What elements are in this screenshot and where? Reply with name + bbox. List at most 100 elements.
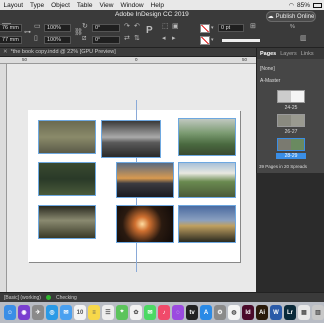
photo-frame[interactable] (178, 118, 236, 156)
paragraph-p-icon[interactable]: P (146, 26, 153, 36)
tv-icon[interactable]: tv (186, 305, 198, 320)
settings-icon[interactable]: ⚙ (214, 305, 226, 320)
wifi-icon[interactable]: ◠ (289, 2, 294, 9)
notes-icon[interactable]: ≡ (88, 305, 100, 320)
menu-layout[interactable]: Layout (0, 2, 27, 9)
menu-table[interactable]: Table (73, 2, 96, 9)
battery-icon[interactable] (313, 2, 322, 8)
music-icon[interactable]: ♪ (158, 305, 170, 320)
horizontal-ruler[interactable]: 50 0 50 (0, 57, 256, 64)
select-previous-icon[interactable]: ◂ (162, 35, 166, 43)
spread-thumbnail[interactable] (277, 90, 305, 103)
photos-icon[interactable]: ✿ (130, 305, 142, 320)
menu-object[interactable]: Object (48, 2, 74, 9)
safari-icon[interactable]: ◎ (46, 305, 58, 320)
shear-field[interactable]: 0° (92, 36, 120, 44)
photo-frame[interactable] (178, 162, 236, 198)
photo-frame[interactable] (116, 162, 174, 198)
photo-frame[interactable] (38, 162, 96, 196)
photo-frame[interactable] (101, 120, 161, 158)
photo-frame[interactable] (38, 205, 96, 239)
vertical-ruler[interactable] (0, 64, 7, 292)
scale-y-field[interactable]: 100% (44, 36, 71, 44)
spread-thumbnail-selected[interactable] (277, 138, 305, 151)
scale-y-icon: ▯ (34, 35, 38, 42)
podcasts-icon[interactable]: ◌ (172, 305, 184, 320)
appstore-icon[interactable]: A (200, 305, 212, 320)
preview-icon[interactable]: ▦ (298, 305, 310, 320)
frame-fitting-icon[interactable]: ⊞ (250, 23, 256, 31)
rotate-ccw-icon[interactable]: ↶ (134, 23, 140, 31)
dropdown-chevron-icon[interactable]: ▾ (211, 36, 214, 44)
fill-swatch-icon[interactable] (200, 24, 210, 33)
document-spread[interactable] (28, 100, 240, 272)
launchpad-icon[interactable]: ✈ (32, 305, 44, 320)
dropdown-chevron-icon[interactable]: ▾ (211, 24, 214, 32)
pages-panel: Pages Layers Links [None] A-Master 24-25… (256, 48, 324, 173)
rotate-icon: ↻ (82, 23, 88, 30)
select-container-icon[interactable]: ⬚ (162, 23, 169, 31)
document-tab[interactable]: *the book copy.indd @ 22% [GPU Preview] (11, 49, 116, 55)
calendar-icon[interactable]: 10 (74, 305, 86, 320)
status-bar: [Basic] (working) Checking (0, 292, 324, 302)
indesign-icon[interactable]: Id (242, 305, 254, 320)
select-next-icon[interactable]: ▸ (172, 35, 176, 43)
tab-close-icon[interactable]: ✕ (0, 49, 11, 55)
spread-thumbnail[interactable] (277, 114, 305, 127)
preflight-status[interactable]: Checking (56, 295, 77, 301)
panel-empty-area (256, 173, 324, 292)
trash-glyph: ▥ (315, 310, 321, 316)
siri-glyph: ◉ (21, 310, 27, 316)
maps-icon[interactable]: ⌖ (116, 305, 128, 320)
siri-icon[interactable]: ◉ (18, 305, 30, 320)
reminders-glyph: ☰ (105, 310, 111, 316)
none-master-item[interactable]: [None] (260, 66, 275, 72)
menu-view[interactable]: View (96, 2, 117, 9)
flip-horizontal-icon[interactable]: ⇄ (124, 35, 130, 43)
mail-icon[interactable]: ✉ (60, 305, 72, 320)
reminders-icon[interactable]: ☰ (102, 305, 114, 320)
illustrator-icon[interactable]: Ai (256, 305, 268, 320)
page-style-label[interactable]: [Basic] (working) (4, 295, 41, 301)
x-position-field[interactable]: 76 mm (0, 24, 22, 32)
tab-links[interactable]: Links (301, 51, 314, 57)
scale-x-icon: ▭ (34, 23, 41, 30)
stroke-weight-field[interactable]: 0 pt (218, 24, 244, 32)
menu-type[interactable]: Type (27, 2, 48, 9)
menu-help[interactable]: Help (147, 2, 167, 9)
mail-glyph: ✉ (63, 310, 69, 316)
trash-icon[interactable]: ▥ (312, 305, 324, 320)
messages-glyph: ✉ (147, 310, 153, 316)
select-content-icon[interactable]: ▣ (172, 23, 179, 31)
photo-frame[interactable] (178, 205, 236, 243)
tv-glyph: tv (189, 309, 195, 316)
stroke-swatch-icon[interactable] (200, 36, 210, 45)
rotate-cw-icon[interactable]: ↷ (124, 23, 130, 31)
tab-layers[interactable]: Layers (280, 51, 297, 57)
y-position-field[interactable]: 77 mm (0, 36, 22, 44)
calendar-glyph: 10 (76, 309, 84, 316)
photo-frame[interactable] (38, 120, 96, 154)
link-constrain-icon[interactable]: ⊶ (24, 29, 31, 37)
lightroom-icon[interactable]: Lr (284, 305, 296, 320)
publish-online-button[interactable]: ☁ Publish Online (266, 11, 316, 22)
messages-icon[interactable]: ✉ (144, 305, 156, 320)
illustrator-glyph: Ai (259, 309, 265, 316)
chrome-icon[interactable]: ◍ (228, 305, 240, 320)
opacity-icon[interactable]: ▥ (300, 35, 307, 43)
scale-x-field[interactable]: 100% (44, 24, 71, 32)
settings-glyph: ⚙ (217, 310, 223, 316)
word-icon[interactable]: W (270, 305, 282, 320)
menu-window[interactable]: Window (117, 2, 147, 9)
photo-frame[interactable] (116, 205, 174, 243)
finder-glyph: ☺ (6, 309, 14, 316)
lightroom-glyph: Lr (287, 309, 293, 316)
rotate-field[interactable]: 0° (92, 24, 120, 32)
a-master-item[interactable]: A-Master (260, 78, 280, 84)
flip-vertical-icon[interactable]: ⇅ (134, 35, 140, 43)
zoom-level-control[interactable]: % (290, 23, 295, 31)
preflight-status-icon (45, 295, 51, 300)
tab-pages[interactable]: Pages (260, 51, 276, 57)
finder-icon[interactable]: ☺ (4, 305, 16, 320)
stroke-style-preview[interactable] (222, 39, 260, 42)
